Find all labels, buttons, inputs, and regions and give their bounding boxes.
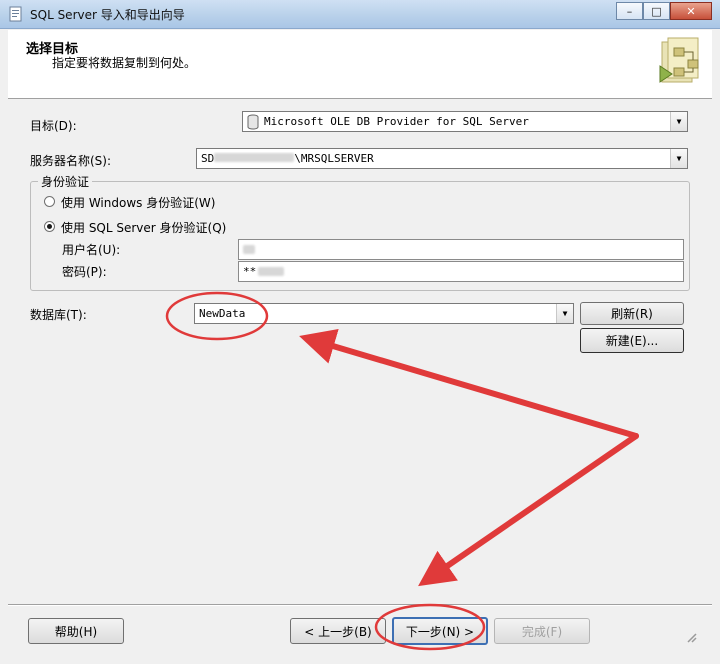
server-value: SD \MRSQLSERVER bbox=[197, 152, 670, 165]
database-icon bbox=[247, 114, 259, 129]
maximize-button[interactable]: □ bbox=[643, 2, 670, 20]
wizard-header: 选择目标 指定要将数据复制到何处。 bbox=[8, 30, 712, 99]
chevron-down-icon[interactable]: ▼ bbox=[670, 112, 687, 131]
auth-sql-label: 使用 SQL Server 身份验证(Q) bbox=[61, 221, 227, 235]
auth-sql-option[interactable]: 使用 SQL Server 身份验证(Q) bbox=[44, 219, 344, 235]
radio-sql-auth[interactable] bbox=[44, 221, 55, 232]
redacted-text bbox=[214, 153, 295, 162]
radio-windows-auth[interactable] bbox=[44, 196, 55, 207]
new-database-button[interactable]: 新建(E)... bbox=[580, 328, 684, 353]
document-icon bbox=[9, 6, 22, 22]
password-field[interactable]: ** bbox=[238, 261, 684, 282]
help-button[interactable]: 帮助(H) bbox=[28, 618, 124, 644]
window-title: SQL Server 导入和导出向导 bbox=[30, 8, 185, 22]
username-field[interactable] bbox=[238, 239, 684, 260]
resize-grip-icon[interactable] bbox=[684, 630, 698, 644]
arrow-to-next bbox=[418, 433, 639, 587]
username-label: 用户名(U): bbox=[62, 243, 121, 257]
server-value-prefix: SD bbox=[201, 152, 215, 165]
auth-group-title: 身份验证 bbox=[38, 173, 93, 190]
password-value: ** bbox=[243, 265, 257, 278]
finish-button[interactable]: 完成(F) bbox=[494, 618, 590, 644]
minimize-button[interactable]: – bbox=[616, 2, 643, 20]
footer-divider bbox=[8, 604, 712, 606]
refresh-button[interactable]: 刷新(R) bbox=[580, 302, 684, 325]
database-dropdown[interactable]: NewData ▼ bbox=[194, 303, 574, 324]
destination-dropdown[interactable]: Microsoft OLE DB Provider for SQL Server… bbox=[242, 111, 688, 132]
next-button[interactable]: 下一步(N) > bbox=[392, 617, 488, 645]
page-subtitle: 指定要将数据复制到何处。 bbox=[52, 56, 197, 70]
password-label: 密码(P): bbox=[62, 265, 107, 279]
server-value-suffix: \MRSQLSERVER bbox=[294, 152, 374, 165]
window-controls: – □ ✕ bbox=[616, 2, 712, 21]
redacted-text bbox=[243, 245, 255, 254]
destination-value: Microsoft OLE DB Provider for SQL Server bbox=[264, 115, 529, 128]
redacted-text bbox=[258, 267, 285, 276]
database-value: NewData bbox=[199, 307, 246, 320]
title-bar[interactable]: SQL Server 导入和导出向导 – □ ✕ bbox=[0, 0, 720, 29]
server-label: 服务器名称(S): bbox=[30, 154, 112, 168]
chevron-down-icon[interactable]: ▼ bbox=[556, 304, 573, 323]
server-dropdown[interactable]: SD \MRSQLSERVER ▼ bbox=[196, 148, 688, 169]
wizard-export-icon bbox=[659, 37, 699, 83]
chevron-down-icon[interactable]: ▼ bbox=[670, 149, 687, 168]
back-button[interactable]: < 上一步(B) bbox=[290, 618, 386, 644]
auth-windows-option[interactable]: 使用 Windows 身份验证(W) bbox=[44, 194, 344, 210]
destination-label: 目标(D): bbox=[30, 119, 77, 133]
database-label: 数据库(T): bbox=[30, 308, 87, 322]
auth-windows-label: 使用 Windows 身份验证(W) bbox=[61, 196, 216, 210]
close-button[interactable]: ✕ bbox=[670, 2, 712, 20]
